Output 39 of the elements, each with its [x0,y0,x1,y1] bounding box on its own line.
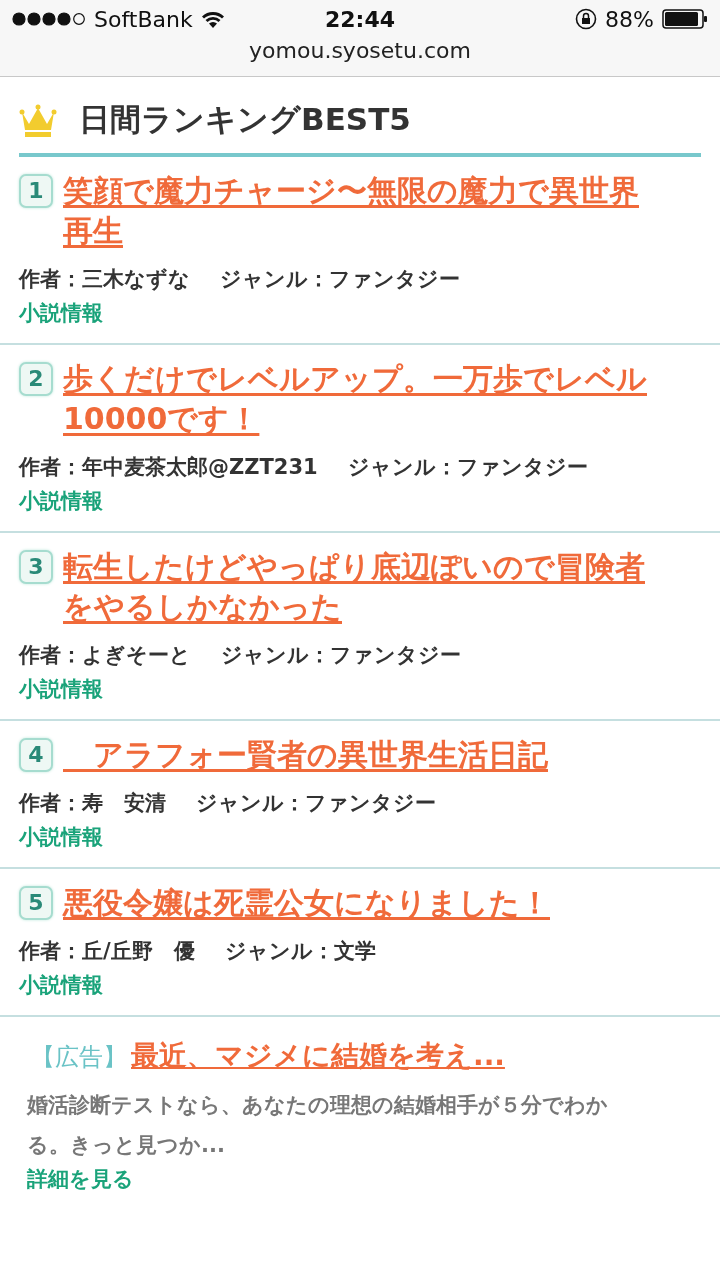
novel-title-link[interactable]: 笑顔で魔力チャージ〜無限の魔力で異世界再生 [63,171,663,251]
battery-percent: 88% [605,6,654,32]
rank-badge: 1 [19,174,53,208]
novel-title-link[interactable]: 悪役令嬢は死霊公女になりました！ [63,883,550,923]
rotation-lock-icon [575,8,598,30]
rank-badge: 4 [19,738,53,772]
novel-info-link[interactable]: 小説情報 [19,675,103,703]
crown-icon [19,102,57,138]
clock-time: 22:44 [325,6,395,32]
author-text: 作者：三木なずな [19,266,190,293]
genre-text: ジャンル：文学 [224,938,376,965]
author-text: 作者：寿 安清 [19,790,166,817]
novel-info-link[interactable]: 小説情報 [19,823,103,851]
genre-text: ジャンル：ファンタジー [220,266,460,293]
genre-text: ジャンル：ファンタジー [221,642,461,669]
address-url[interactable]: yomou.syosetu.com [249,38,471,63]
ad-title-link[interactable]: 最近、マジメに結婚を考え... [131,1039,505,1072]
author-text: 作者：年中麦茶太郎@ZZT231 [19,454,318,481]
ad-label: 【広告】 [31,1043,127,1071]
novel-info-link[interactable]: 小説情報 [19,971,103,999]
carrier-name: SoftBank [94,6,193,32]
genre-text: ジャンル：ファンタジー [347,454,588,481]
rank-badge: 2 [19,362,53,396]
genre-text: ジャンル：ファンタジー [196,790,436,817]
novel-info-link[interactable]: 小説情報 [19,299,103,327]
novel-title-link[interactable]: アラフォー賢者の異世界生活日記 [63,735,548,775]
signal-strength-icon [12,12,86,26]
ad-description: 婚活診断テストなら、あなたの理想の結婚相手が５分でわかる。きっと見つか... [27,1092,609,1159]
novel-title-link[interactable]: 転生したけどやっぱり底辺ぽいので冒険者をやるしかなかった [63,547,663,627]
wifi-icon [200,10,225,28]
author-text: 作者：丘/丘野 優 [19,938,195,965]
rank-badge: 3 [19,550,53,584]
section-heading: 日間ランキングBEST5 [79,100,411,139]
novel-title-link[interactable]: 歩くだけでレベルアップ。一万歩でレベル10000です！ [63,359,663,439]
battery-icon [662,9,708,29]
author-text: 作者：よぎそーと [19,642,191,669]
ad-details-link[interactable]: 詳細を見る [27,1165,134,1193]
rank-badge: 5 [19,886,53,920]
novel-info-link[interactable]: 小説情報 [19,487,103,515]
